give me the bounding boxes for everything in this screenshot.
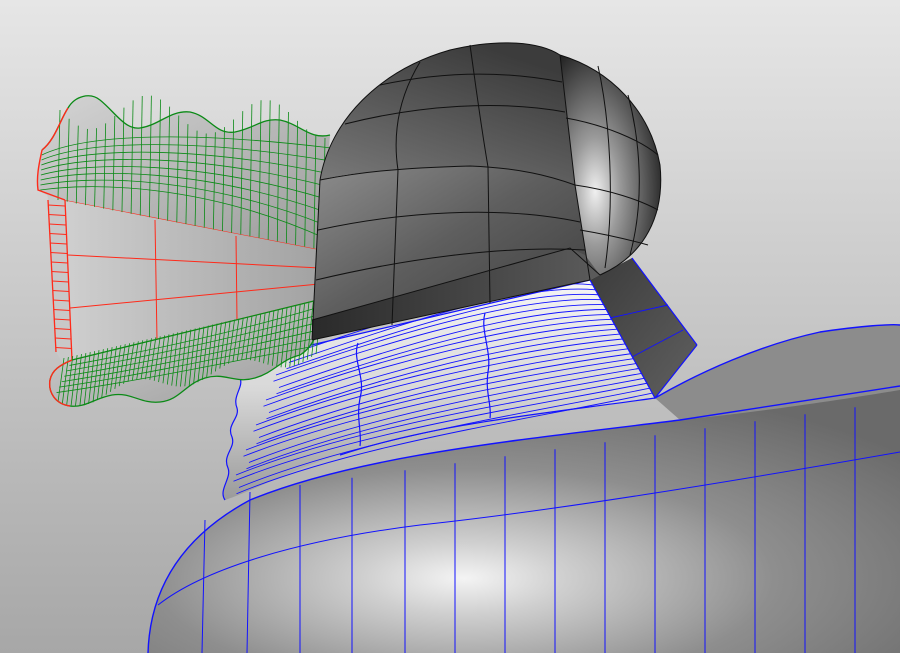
viewport-3d[interactable] bbox=[0, 0, 900, 653]
scene-render bbox=[0, 0, 900, 653]
